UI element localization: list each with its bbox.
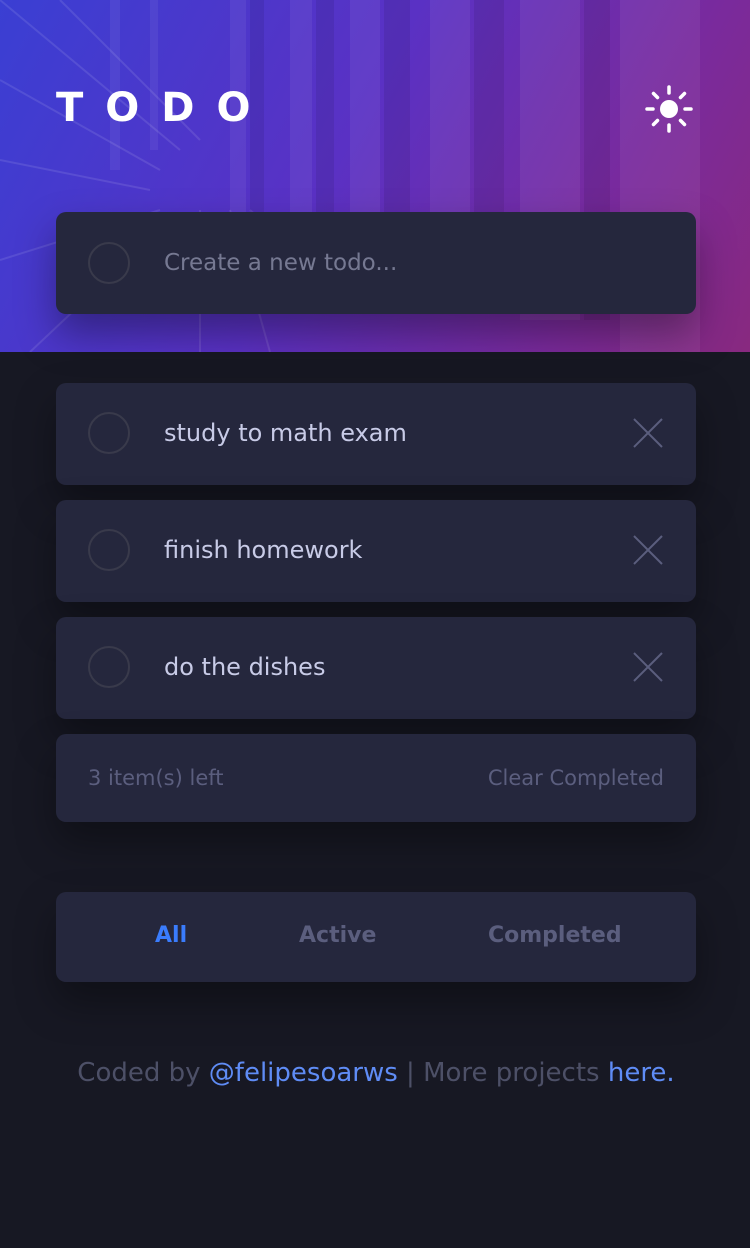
app-title: TODO — [56, 85, 273, 131]
items-left-count: 3 item(s) left — [88, 766, 224, 790]
close-icon — [633, 535, 663, 565]
status-bar: 3 item(s) left Clear Completed — [56, 734, 696, 822]
filter-completed-button[interactable]: Completed — [488, 920, 622, 952]
new-todo-checkbox[interactable] — [88, 242, 130, 284]
todo-checkbox[interactable] — [88, 646, 130, 688]
todo-text: study to math exam — [164, 419, 407, 447]
footer-middle: | More projects — [397, 1058, 608, 1088]
footer-attribution: Coded by @felipesoarws | More projects h… — [56, 1056, 696, 1090]
delete-todo-button[interactable] — [628, 530, 668, 570]
todo-checkbox[interactable] — [88, 412, 130, 454]
more-projects-link[interactable]: here. — [608, 1058, 675, 1088]
new-todo-card — [56, 212, 696, 314]
filter-bar: All Active Completed — [56, 892, 696, 982]
delete-todo-button[interactable] — [628, 647, 668, 687]
todo-item: study to math exam — [56, 383, 696, 485]
todo-item: do the dishes — [56, 617, 696, 719]
delete-todo-button[interactable] — [628, 413, 668, 453]
filter-active-button[interactable]: Active — [299, 920, 376, 952]
close-icon — [633, 652, 663, 682]
todo-item: finish homework — [56, 500, 696, 602]
todo-app: TODO study to math exam — [0, 0, 750, 1248]
theme-toggle-button[interactable] — [644, 84, 694, 134]
todo-text: do the dishes — [164, 653, 326, 681]
sun-icon — [645, 85, 693, 133]
close-icon — [633, 418, 663, 448]
filter-all-button[interactable]: All — [155, 920, 187, 952]
clear-completed-button[interactable]: Clear Completed — [488, 762, 664, 794]
todo-checkbox[interactable] — [88, 529, 130, 571]
author-link[interactable]: @felipesoarws — [209, 1058, 398, 1088]
todo-text: finish homework — [164, 536, 363, 564]
new-todo-input[interactable] — [164, 242, 664, 284]
footer-prefix: Coded by — [77, 1058, 209, 1088]
